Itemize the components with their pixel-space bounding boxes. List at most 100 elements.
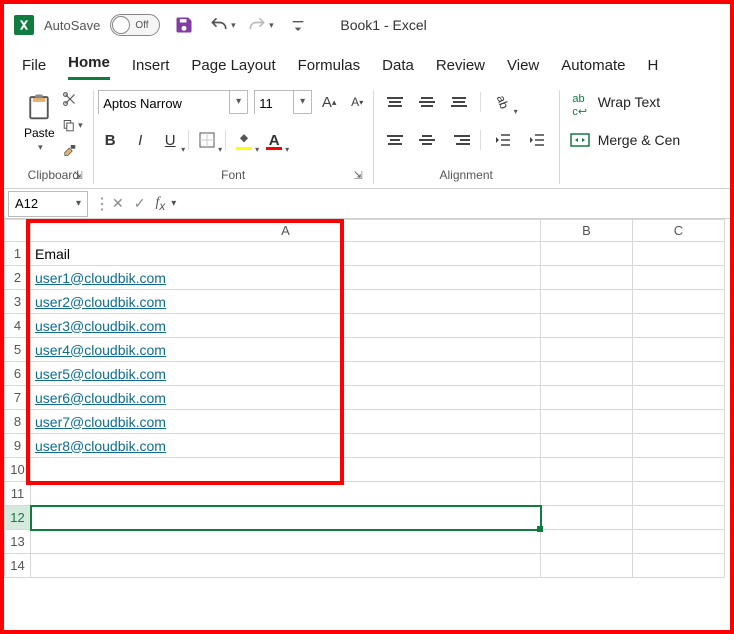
row-header[interactable]: 9 (5, 434, 31, 458)
align-bottom-button[interactable] (448, 91, 470, 113)
chevron-down-icon[interactable]: ▾ (171, 198, 176, 209)
cell[interactable]: user2@cloudbik.com (31, 290, 541, 314)
cell[interactable] (31, 554, 541, 578)
email-link[interactable]: user5@cloudbik.com (35, 366, 166, 382)
cell[interactable] (633, 410, 725, 434)
cell[interactable]: user4@cloudbik.com (31, 338, 541, 362)
chevron-down-icon[interactable]: ▾ (293, 91, 311, 113)
tab-h[interactable]: H (647, 57, 658, 80)
cell[interactable] (541, 554, 633, 578)
cell[interactable] (541, 530, 633, 554)
tab-automate[interactable]: Automate (561, 57, 625, 80)
paste-button[interactable]: Paste ▾ (24, 90, 55, 153)
dialog-launcher-icon[interactable]: ⇲ (73, 169, 82, 182)
cell[interactable]: user6@cloudbik.com (31, 386, 541, 410)
increase-font-size-button[interactable]: A▴ (318, 91, 340, 113)
row-header[interactable]: 6 (5, 362, 31, 386)
column-header-B[interactable]: B (541, 220, 633, 242)
row-header[interactable]: 2 (5, 266, 31, 290)
cell[interactable] (541, 434, 633, 458)
row-header[interactable]: 10 (5, 458, 31, 482)
cell[interactable] (633, 338, 725, 362)
cell[interactable] (541, 482, 633, 506)
copy-button[interactable]: ▾ (61, 116, 83, 134)
cell[interactable] (541, 458, 633, 482)
cell[interactable] (31, 482, 541, 506)
italic-button[interactable]: I (128, 128, 152, 152)
cell[interactable] (541, 362, 633, 386)
row-header[interactable]: 12 (5, 506, 31, 530)
tab-file[interactable]: File (22, 57, 46, 80)
cell[interactable] (633, 554, 725, 578)
cell[interactable] (633, 458, 725, 482)
font-color-button[interactable]: A▾ (262, 128, 286, 152)
tab-insert[interactable]: Insert (132, 57, 170, 80)
cell[interactable]: user5@cloudbik.com (31, 362, 541, 386)
cell[interactable] (31, 506, 541, 530)
fill-color-button[interactable]: ▾ (232, 128, 256, 152)
cell[interactable] (31, 458, 541, 482)
email-link[interactable]: user8@cloudbik.com (35, 438, 166, 454)
row-header[interactable]: 13 (5, 530, 31, 554)
fx-icon[interactable]: fx (155, 195, 165, 213)
row-header[interactable]: 5 (5, 338, 31, 362)
enter-formula-icon[interactable]: ✓ (134, 195, 146, 212)
orientation-button[interactable]: ab▾ (491, 90, 515, 114)
row-header[interactable]: 11 (5, 482, 31, 506)
underline-button[interactable]: U▾ (158, 128, 182, 152)
row-header[interactable]: 3 (5, 290, 31, 314)
font-size-input[interactable] (255, 91, 293, 115)
cell[interactable]: user3@cloudbik.com (31, 314, 541, 338)
align-top-button[interactable] (384, 91, 406, 113)
cut-button[interactable] (61, 90, 83, 108)
cell[interactable] (633, 506, 725, 530)
redo-button[interactable]: ▾ (246, 11, 274, 39)
chevron-down-icon[interactable]: ▾ (76, 198, 81, 209)
tab-view[interactable]: View (507, 57, 539, 80)
tab-page-layout[interactable]: Page Layout (191, 57, 275, 80)
email-link[interactable]: user7@cloudbik.com (35, 414, 166, 430)
save-button[interactable] (170, 11, 198, 39)
merge-center-button[interactable]: Merge & Cen (570, 130, 680, 150)
cell[interactable] (633, 434, 725, 458)
name-box[interactable]: A12 ▾ (8, 191, 88, 217)
email-link[interactable]: user2@cloudbik.com (35, 294, 166, 310)
cell[interactable] (633, 314, 725, 338)
cell[interactable] (541, 290, 633, 314)
cell[interactable] (541, 506, 633, 530)
bold-button[interactable]: B (98, 128, 122, 152)
column-header-A[interactable]: A (31, 220, 541, 242)
formula-input[interactable] (182, 192, 730, 216)
cancel-formula-icon[interactable]: ✕ (112, 195, 124, 212)
cell[interactable] (633, 386, 725, 410)
tab-home[interactable]: Home (68, 54, 110, 80)
font-name-input[interactable] (99, 91, 229, 115)
undo-button[interactable]: ▾ (208, 11, 236, 39)
cell[interactable]: user1@cloudbik.com (31, 266, 541, 290)
row-header[interactable]: 7 (5, 386, 31, 410)
spreadsheet-grid[interactable]: ABC1Email2user1@cloudbik.com3user2@cloud… (4, 219, 730, 630)
cell[interactable] (633, 266, 725, 290)
decrease-font-size-button[interactable]: A▾ (346, 91, 368, 113)
cell[interactable] (541, 266, 633, 290)
tab-data[interactable]: Data (382, 57, 414, 80)
tab-formulas[interactable]: Formulas (298, 57, 361, 80)
cell[interactable]: Email (31, 242, 541, 266)
email-link[interactable]: user4@cloudbik.com (35, 342, 166, 358)
increase-indent-button[interactable] (525, 128, 549, 152)
wrap-text-button[interactable]: abc↩ Wrap Text (570, 92, 661, 112)
align-left-button[interactable] (384, 129, 406, 151)
row-header[interactable]: 1 (5, 242, 31, 266)
row-header[interactable]: 14 (5, 554, 31, 578)
cell[interactable] (633, 242, 725, 266)
dialog-launcher-icon[interactable]: ⇲ (353, 169, 362, 182)
align-center-button[interactable] (416, 129, 438, 151)
chevron-down-icon[interactable]: ▾ (229, 91, 247, 113)
qat-customize-button[interactable] (284, 11, 312, 39)
row-header[interactable]: 4 (5, 314, 31, 338)
email-link[interactable]: user6@cloudbik.com (35, 390, 166, 406)
row-header[interactable]: 8 (5, 410, 31, 434)
autosave-toggle[interactable]: Off (110, 14, 160, 36)
align-right-button[interactable] (448, 129, 470, 151)
cell[interactable] (633, 482, 725, 506)
